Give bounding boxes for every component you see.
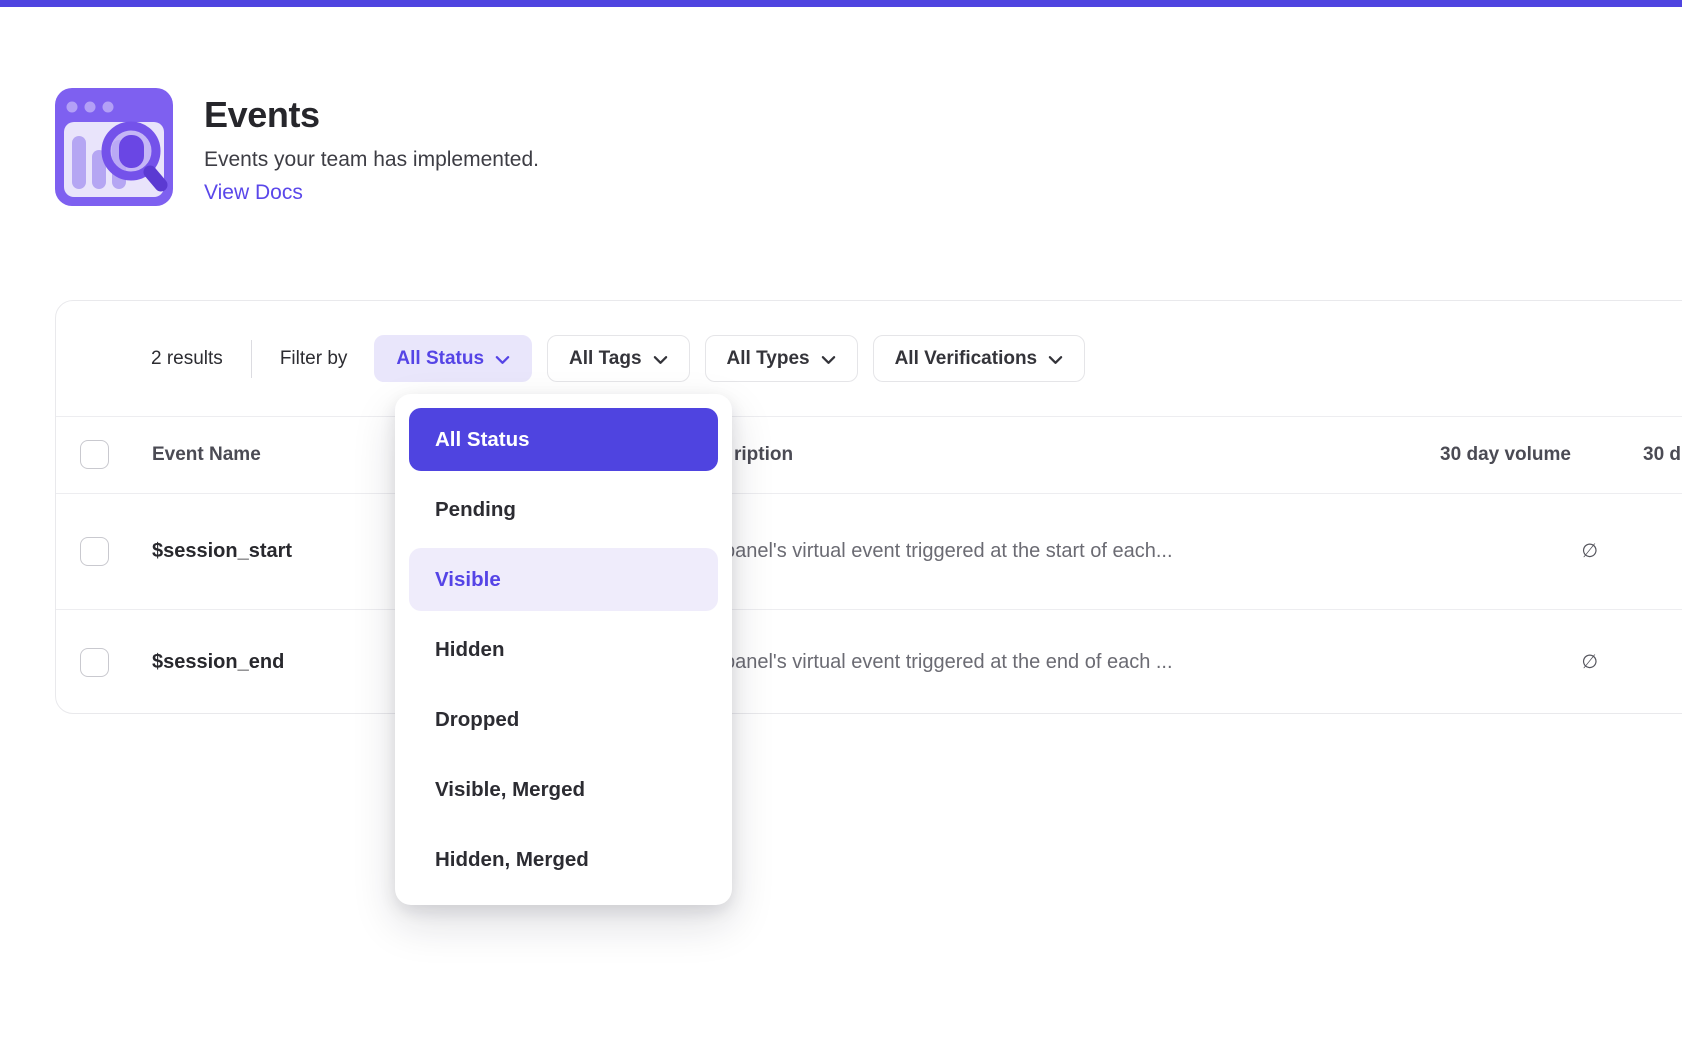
results-count: 2 results [151, 348, 223, 370]
table-header-row: Event Name ription 30 day volume 30 d [56, 417, 1682, 493]
dropdown-option-all-status[interactable]: All Status [409, 408, 718, 471]
filter-chip-label: All Status [396, 348, 484, 370]
dropdown-option-dropped[interactable]: Dropped [409, 688, 718, 751]
event-name-cell[interactable]: $session_end [152, 610, 284, 715]
table-row[interactable]: $session_start panel's virtual event tri… [56, 493, 1682, 609]
column-header-clipped[interactable]: 30 d [1643, 417, 1681, 493]
select-all-checkbox[interactable] [80, 440, 109, 469]
filter-chip-all-verifications[interactable]: All Verifications [873, 335, 1086, 382]
events-app-icon [55, 88, 173, 206]
browser-window-chart-magnifier-icon [55, 88, 173, 206]
dropdown-option-pending[interactable]: Pending [409, 478, 718, 541]
page-title: Events [204, 94, 320, 136]
dropdown-option-hidden-merged[interactable]: Hidden, Merged [409, 828, 718, 891]
column-header-30-day-volume[interactable]: 30 day volume [1156, 417, 1571, 493]
chevron-down-icon [1048, 355, 1063, 365]
page-subtitle: Events your team has implemented. [204, 148, 539, 172]
filter-chip-all-tags[interactable]: All Tags [547, 335, 690, 382]
status-filter-dropdown: All Status Pending Visible Hidden Droppe… [395, 394, 732, 905]
top-accent-bar [0, 0, 1682, 7]
row-checkbox[interactable] [80, 648, 109, 677]
filter-toolbar: 2 results Filter by All Status All Tags … [56, 301, 1682, 417]
dropdown-option-hidden[interactable]: Hidden [409, 618, 718, 681]
chevron-down-icon [653, 355, 668, 365]
filter-chip-all-status[interactable]: All Status [374, 335, 532, 382]
row-checkbox[interactable] [80, 537, 109, 566]
event-name-cell[interactable]: $session_start [152, 494, 292, 609]
table-row[interactable]: $session_end panel's virtual event trigg… [56, 609, 1682, 715]
event-description-cell: panel's virtual event triggered at the e… [724, 610, 1173, 715]
dropdown-option-visible[interactable]: Visible [409, 548, 718, 611]
filter-by-label: Filter by [280, 348, 348, 370]
events-card: 2 results Filter by All Status All Tags … [55, 300, 1682, 714]
view-docs-link[interactable]: View Docs [204, 181, 303, 205]
event-volume-cell: ∅ [1356, 610, 1598, 715]
filter-chip-label: All Types [727, 348, 810, 370]
event-description-cell: panel's virtual event triggered at the s… [724, 494, 1173, 609]
event-volume-cell: ∅ [1356, 494, 1598, 609]
chevron-down-icon [821, 355, 836, 365]
column-header-event-name[interactable]: Event Name [152, 417, 261, 493]
toolbar-divider [251, 340, 252, 378]
dropdown-option-visible-merged[interactable]: Visible, Merged [409, 758, 718, 821]
filter-chip-all-types[interactable]: All Types [705, 335, 858, 382]
filter-chip-label: All Tags [569, 348, 642, 370]
column-header-description[interactable]: ription [734, 417, 793, 493]
filter-chip-label: All Verifications [895, 348, 1038, 370]
chevron-down-icon [495, 355, 510, 365]
